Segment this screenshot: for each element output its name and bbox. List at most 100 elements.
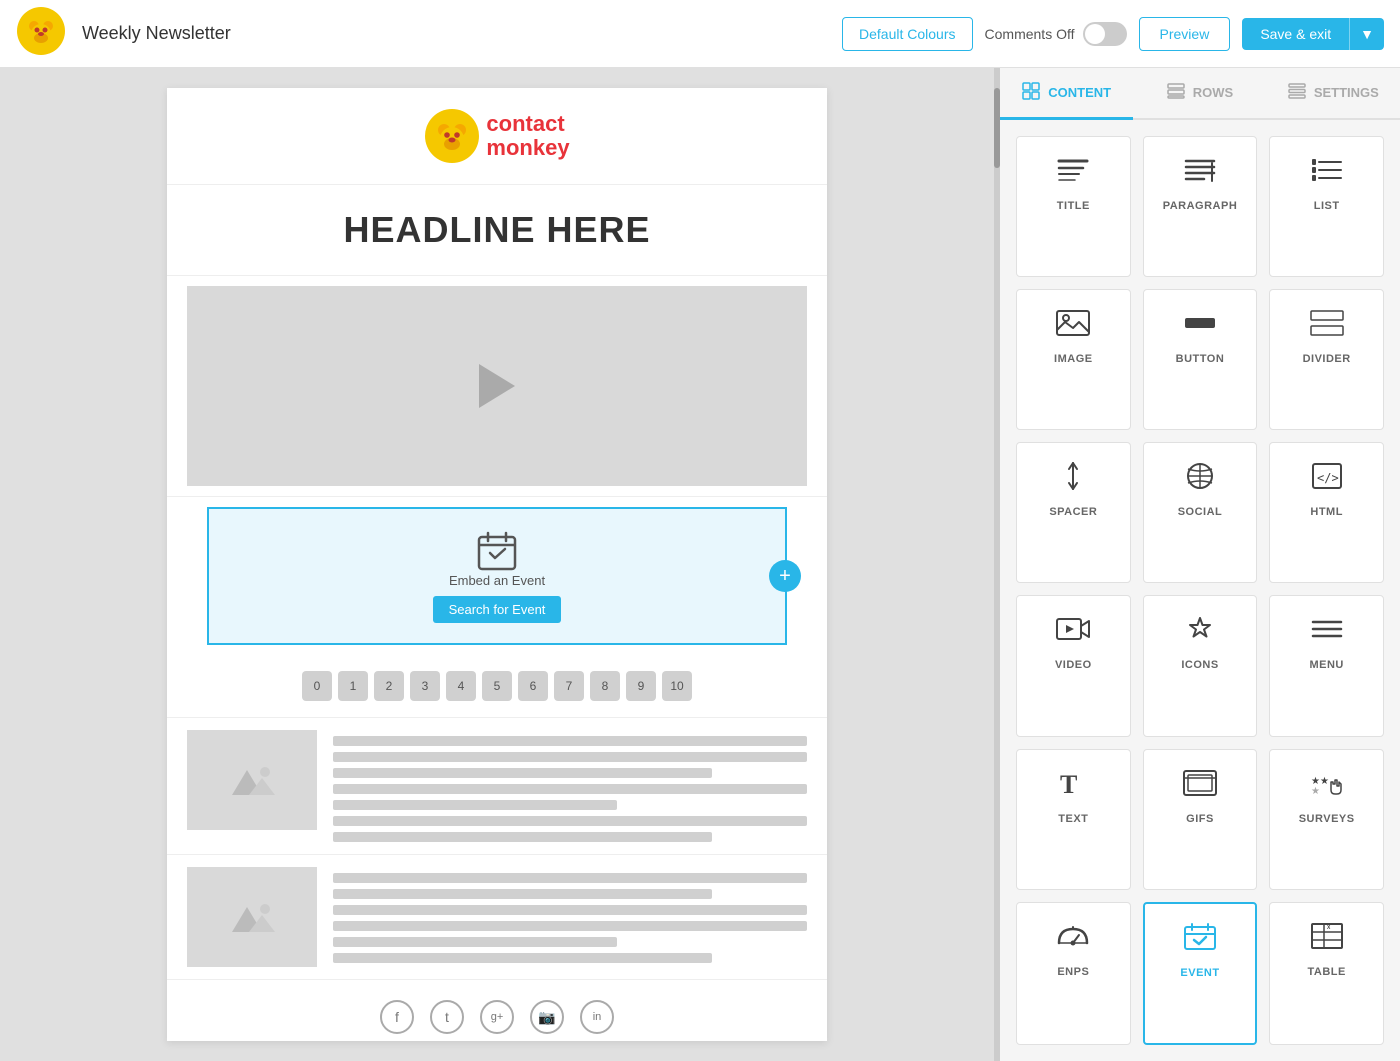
- save-dropdown-button[interactable]: ▼: [1349, 18, 1384, 50]
- social-facebook[interactable]: f: [380, 1000, 414, 1034]
- table-item-label: TABLE: [1307, 966, 1345, 978]
- table-icon: X: [1309, 921, 1345, 956]
- canvas-video-section: [167, 276, 827, 497]
- content-text-1: [333, 730, 807, 842]
- video-icon: [1055, 614, 1091, 649]
- svg-text:T: T: [1060, 770, 1077, 798]
- social-googleplus[interactable]: g+: [480, 1000, 514, 1034]
- text-line: [333, 921, 807, 931]
- tab-settings[interactable]: SETTINGS: [1267, 68, 1400, 120]
- social-twitter[interactable]: t: [430, 1000, 464, 1034]
- content-item-table[interactable]: X TABLE: [1269, 902, 1384, 1045]
- scrollbar[interactable]: [994, 68, 1000, 1061]
- page-0[interactable]: 0: [302, 671, 332, 701]
- content-item-list[interactable]: LIST: [1269, 136, 1384, 277]
- text-item-label: TEXT: [1058, 813, 1088, 825]
- content-item-surveys[interactable]: ★★ ★ SURVEYS: [1269, 749, 1384, 890]
- tab-rows-label: ROWS: [1193, 85, 1233, 100]
- content-item-image[interactable]: IMAGE: [1016, 289, 1131, 430]
- content-item-spacer[interactable]: SPACER: [1016, 442, 1131, 583]
- text-line: [333, 889, 712, 899]
- page-2[interactable]: 2: [374, 671, 404, 701]
- content-row-2: [167, 855, 827, 980]
- icons-icon: [1182, 614, 1218, 649]
- page-title: Weekly Newsletter: [82, 23, 826, 44]
- header-actions: Default Colours Comments Off Preview Sav…: [842, 17, 1384, 51]
- canvas-headline-section: HEADLINE HERE: [167, 185, 827, 276]
- video-item-label: VIDEO: [1055, 659, 1092, 671]
- text-line: [333, 784, 807, 794]
- event-add-button[interactable]: +: [769, 560, 801, 592]
- social-linkedin[interactable]: in: [580, 1000, 614, 1034]
- event-embed-block[interactable]: Embed an Event Search for Event +: [207, 507, 787, 645]
- svg-text:X: X: [1327, 925, 1331, 931]
- content-item-social[interactable]: SOCIAL: [1143, 442, 1258, 583]
- default-colours-button[interactable]: Default Colours: [842, 17, 973, 51]
- app-header: Weekly Newsletter Default Colours Commen…: [0, 0, 1400, 68]
- event-icon-item: [1182, 922, 1218, 957]
- text-line: [333, 953, 712, 963]
- page-10[interactable]: 10: [662, 671, 692, 701]
- panel-tabs: CONTENT ROWS: [1000, 68, 1400, 120]
- page-6[interactable]: 6: [518, 671, 548, 701]
- content-item-divider[interactable]: DIVIDER: [1269, 289, 1384, 430]
- logo-text-contact: contact: [486, 112, 569, 136]
- page-3[interactable]: 3: [410, 671, 440, 701]
- canvas-area[interactable]: contact monkey HEADLINE HERE: [0, 68, 994, 1061]
- right-panel: CONTENT ROWS: [1000, 68, 1400, 1061]
- social-instagram[interactable]: 📷: [530, 1000, 564, 1034]
- content-item-html[interactable]: </> HTML: [1269, 442, 1384, 583]
- video-placeholder[interactable]: [187, 286, 807, 486]
- page-7[interactable]: 7: [554, 671, 584, 701]
- page-9[interactable]: 9: [626, 671, 656, 701]
- text-line: [333, 832, 712, 842]
- content-item-gifs[interactable]: GIFS: [1143, 749, 1258, 890]
- content-text-2: [333, 867, 807, 967]
- spacer-item-label: SPACER: [1049, 506, 1097, 518]
- event-wrapper: Embed an Event Search for Event +: [167, 497, 827, 655]
- page-1[interactable]: 1: [338, 671, 368, 701]
- comments-label: Comments Off: [985, 26, 1075, 42]
- content-item-title[interactable]: TITLE: [1016, 136, 1131, 277]
- page-8[interactable]: 8: [590, 671, 620, 701]
- content-item-video[interactable]: VIDEO: [1016, 595, 1131, 736]
- image-icon: [1055, 308, 1091, 343]
- button-icon: [1182, 308, 1218, 343]
- canvas-headline-text: HEADLINE HERE: [187, 209, 807, 251]
- content-item-menu[interactable]: MENU: [1269, 595, 1384, 736]
- calendar-icon: [475, 529, 519, 573]
- enps-icon: [1055, 921, 1091, 956]
- tab-settings-label: SETTINGS: [1314, 85, 1379, 100]
- comments-toggle-switch[interactable]: [1083, 22, 1127, 46]
- settings-tab-icon: [1288, 82, 1306, 103]
- html-item-label: HTML: [1310, 506, 1343, 518]
- title-icon: [1055, 155, 1091, 190]
- canvas-logo-text: contact monkey: [486, 112, 569, 160]
- text-line: [333, 736, 807, 746]
- html-icon: </>: [1309, 461, 1345, 496]
- content-item-text[interactable]: T TEXT: [1016, 749, 1131, 890]
- page-5[interactable]: 5: [482, 671, 512, 701]
- text-line: [333, 768, 712, 778]
- preview-button[interactable]: Preview: [1139, 17, 1231, 51]
- content-item-event[interactable]: EVENT: [1143, 902, 1258, 1045]
- text-line: [333, 800, 617, 810]
- svg-text:</>: </>: [1317, 471, 1339, 485]
- paragraph-item-label: PARAGRAPH: [1163, 200, 1238, 212]
- svg-text:★: ★: [1311, 786, 1320, 797]
- content-item-button[interactable]: BUTTON: [1143, 289, 1258, 430]
- title-item-label: TITLE: [1057, 200, 1090, 212]
- tab-rows[interactable]: ROWS: [1133, 68, 1266, 120]
- save-exit-button[interactable]: Save & exit: [1242, 18, 1349, 50]
- text-line: [333, 752, 807, 762]
- page-4[interactable]: 4: [446, 671, 476, 701]
- tab-content[interactable]: CONTENT: [1000, 68, 1133, 120]
- content-item-enps[interactable]: ENPS: [1016, 902, 1131, 1045]
- event-search-button[interactable]: Search for Event: [433, 596, 562, 623]
- list-item-label: LIST: [1314, 200, 1340, 212]
- gifs-item-label: GIFS: [1186, 813, 1214, 825]
- content-item-icons[interactable]: ICONS: [1143, 595, 1258, 736]
- surveys-icon: ★★ ★: [1309, 768, 1345, 803]
- content-item-paragraph[interactable]: PARAGRAPH: [1143, 136, 1258, 277]
- content-image-1: [187, 730, 317, 830]
